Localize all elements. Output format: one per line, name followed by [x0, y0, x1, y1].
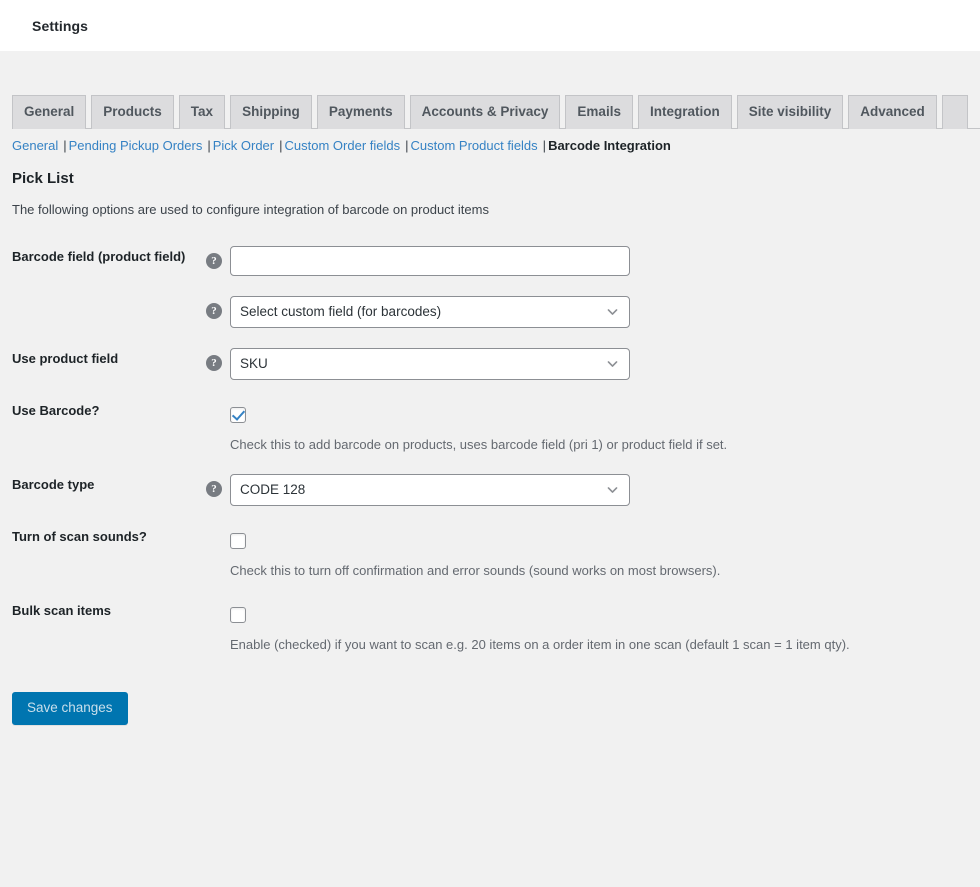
bulk-scan-checkbox[interactable]	[230, 607, 246, 623]
tab-accounts-privacy[interactable]: Accounts & Privacy	[410, 95, 561, 129]
row-barcode-type: Barcode type ? CODE 128	[0, 464, 980, 516]
tab-tax[interactable]: Tax	[179, 95, 225, 129]
scan-sounds-checkbox[interactable]	[230, 533, 246, 549]
page-title: Settings	[32, 18, 88, 34]
custom-field-select[interactable]: Select custom field (for barcodes)	[230, 296, 630, 328]
label-barcode-field: Barcode field (product field)	[0, 236, 206, 286]
subnav-separator: |	[543, 138, 546, 153]
row-use-barcode: Use Barcode? Check this to add barcode o…	[0, 390, 980, 464]
row-custom-field-select: ? Select custom field (for barcodes)	[0, 286, 980, 338]
settings-tabs: GeneralProductsTaxShippingPaymentsAccoun…	[12, 92, 980, 129]
subnav-item-custom-order-fields[interactable]: Custom Order fields	[285, 138, 401, 153]
label-scan-sounds: Turn of scan sounds?	[0, 516, 206, 590]
tab-payments[interactable]: Payments	[317, 95, 405, 129]
subnav-item-custom-product-fields[interactable]: Custom Product fields	[411, 138, 538, 153]
subnav-separator: |	[405, 138, 408, 153]
section-description: The following options are used to config…	[12, 202, 980, 217]
subnav-separator: |	[279, 138, 282, 153]
help-icon[interactable]: ?	[206, 355, 222, 371]
subnav-item-pending-pickup-orders[interactable]: Pending Pickup Orders	[69, 138, 203, 153]
tab-products[interactable]: Products	[91, 95, 174, 129]
help-icon[interactable]: ?	[206, 253, 222, 269]
use-barcode-description: Check this to add barcode on products, u…	[230, 436, 970, 454]
subnav-item-barcode-integration: Barcode Integration	[548, 138, 671, 153]
section-title: Pick List	[12, 170, 980, 187]
scan-sounds-description: Check this to turn off confirmation and …	[230, 562, 970, 580]
tab-integration[interactable]: Integration	[638, 95, 732, 129]
help-icon[interactable]: ?	[206, 303, 222, 319]
page-header: Settings	[0, 0, 980, 52]
settings-tabs-bar: GeneralProductsTaxShippingPaymentsAccoun…	[0, 92, 980, 129]
barcode-type-select[interactable]: CODE 128	[230, 474, 630, 506]
barcode-field-input[interactable]	[230, 246, 630, 276]
settings-form-table: Barcode field (product field) ? ? Select…	[0, 236, 980, 665]
use-barcode-checkbox[interactable]	[230, 407, 246, 423]
label-barcode-type: Barcode type	[0, 464, 206, 516]
tab-site-visibility[interactable]: Site visibility	[737, 95, 844, 129]
label-use-product-field: Use product field	[0, 338, 206, 390]
use-product-field-select[interactable]: SKU	[230, 348, 630, 380]
tab-emails[interactable]: Emails	[565, 95, 633, 129]
save-changes-button[interactable]: Save changes	[12, 692, 128, 726]
row-bulk-scan: Bulk scan items Enable (checked) if you …	[0, 590, 980, 664]
submit-area: Save changes	[0, 665, 980, 726]
custom-field-select-wrap: Select custom field (for barcodes)	[230, 296, 630, 328]
subnav-item-general[interactable]: General	[12, 138, 58, 153]
tab-shipping[interactable]: Shipping	[230, 95, 312, 129]
label-bulk-scan: Bulk scan items	[0, 590, 206, 664]
subnav-item-pick-order[interactable]: Pick Order	[213, 138, 274, 153]
subnav-separator: |	[63, 138, 66, 153]
tab-overflow[interactable]	[942, 95, 968, 129]
row-use-product-field: Use product field ? SKU	[0, 338, 980, 390]
use-product-field-select-wrap: SKU	[230, 348, 630, 380]
bulk-scan-description: Enable (checked) if you want to scan e.g…	[230, 636, 970, 654]
tab-general[interactable]: General	[12, 95, 86, 129]
help-icon[interactable]: ?	[206, 481, 222, 497]
subnav: General|Pending Pickup Orders|Pick Order…	[0, 129, 980, 153]
label-use-barcode: Use Barcode?	[0, 390, 206, 464]
label-custom-field-select	[0, 286, 206, 338]
row-barcode-field: Barcode field (product field) ?	[0, 236, 980, 286]
tab-advanced[interactable]: Advanced	[848, 95, 937, 129]
barcode-type-select-wrap: CODE 128	[230, 474, 630, 506]
row-scan-sounds: Turn of scan sounds? Check this to turn …	[0, 516, 980, 590]
subnav-separator: |	[207, 138, 210, 153]
